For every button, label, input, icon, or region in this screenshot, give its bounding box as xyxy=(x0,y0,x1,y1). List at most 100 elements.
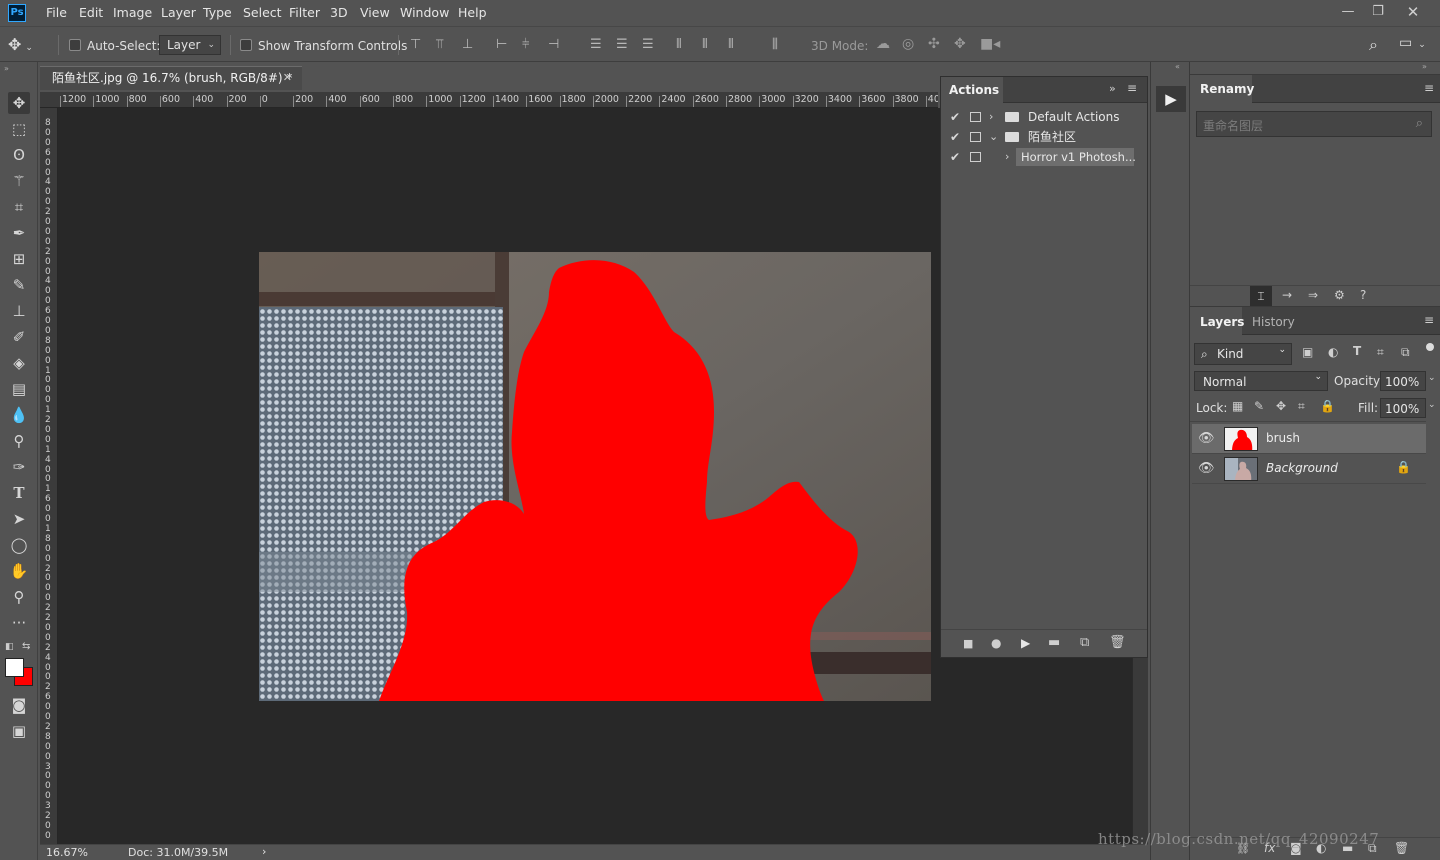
adjustment-filter-icon[interactable]: ◐ xyxy=(1328,345,1338,359)
brush-tool-icon[interactable]: ✎ xyxy=(8,274,30,296)
trash-icon[interactable]: 🗑 xyxy=(1109,635,1126,650)
chevron-down-icon[interactable]: ⌄ xyxy=(1428,400,1436,410)
visibility-eye-icon[interactable]: 👁 xyxy=(1198,431,1215,447)
screen-mode-icon[interactable]: ▣ xyxy=(8,720,30,742)
dialog-toggle-icon[interactable] xyxy=(970,132,981,142)
chevron-down-icon[interactable]: ⌄ xyxy=(1428,373,1436,383)
filter-kind-dropdown[interactable]: ⌕ Kind ⌄ xyxy=(1194,343,1292,365)
distribute-right-icon[interactable]: ⦀ xyxy=(728,37,744,52)
align-bottom-icon[interactable]: ⊥ xyxy=(462,37,478,52)
new-action-icon[interactable]: ⧉ xyxy=(1080,635,1089,650)
fill-input[interactable]: 100% xyxy=(1380,398,1426,418)
type-filter-icon[interactable]: T xyxy=(1353,344,1361,358)
restore-icon[interactable]: ❐ xyxy=(1363,2,1393,22)
workspace-icon[interactable]: ▭ ⌄ xyxy=(1399,35,1426,51)
action-set-row[interactable]: ✔ ⌄ 陌鱼社区 xyxy=(943,127,1151,147)
3d-pan-icon[interactable]: ✣ xyxy=(928,36,940,52)
distribute-bottom-icon[interactable]: ☰ xyxy=(642,37,658,52)
chevron-right-icon[interactable]: › xyxy=(1005,147,1015,167)
tab-history[interactable]: History xyxy=(1242,307,1298,335)
collapse-dock-icon[interactable]: » xyxy=(1422,62,1427,71)
menu-edit[interactable]: Edit xyxy=(79,5,103,20)
dialog-toggle-icon[interactable] xyxy=(970,112,981,122)
menu-type[interactable]: Type xyxy=(203,5,232,20)
delete-layer-icon[interactable]: 🗑 xyxy=(1394,841,1409,855)
zoom-level[interactable]: 16.67% xyxy=(46,846,88,859)
distribute-left-icon[interactable]: ⦀ xyxy=(676,37,692,52)
toggle-check-icon[interactable]: ✔ xyxy=(950,127,962,147)
layer-row-background[interactable]: 👁 Background 🔒 xyxy=(1192,454,1426,484)
document-image[interactable] xyxy=(259,252,931,701)
more-tools-icon[interactable]: ··· xyxy=(8,612,30,634)
lock-pixels-icon[interactable]: ✎ xyxy=(1254,399,1264,413)
toggle-check-icon[interactable]: ✔ xyxy=(950,107,962,127)
magic-wand-tool-icon[interactable]: ⚚ xyxy=(8,170,30,192)
history-brush-tool-icon[interactable]: ✐ xyxy=(8,326,30,348)
3d-slide-icon[interactable]: ✥ xyxy=(954,36,966,52)
dialog-toggle-icon[interactable] xyxy=(970,152,981,162)
status-menu-chevron-icon[interactable]: › xyxy=(262,845,266,858)
minimize-icon[interactable]: — xyxy=(1333,2,1363,22)
blend-mode-dropdown[interactable]: Normal ⌄ xyxy=(1194,371,1328,391)
help-icon[interactable]: ? xyxy=(1360,288,1366,302)
lock-artboard-icon[interactable]: ⌗ xyxy=(1298,399,1305,414)
pen-tool-icon[interactable]: ✑ xyxy=(8,456,30,478)
document-tab[interactable]: 陌鱼社区.jpg @ 16.7% (brush, RGB/8#) * ✕ xyxy=(40,66,302,90)
move-tool-preset-icon[interactable]: ✥ ⌄ xyxy=(8,35,44,55)
distribute-top-icon[interactable]: ☰ xyxy=(590,37,606,52)
rename-search-field[interactable]: 重命名图层 ⌕ xyxy=(1196,111,1432,137)
type-tool-icon[interactable]: T xyxy=(8,482,30,504)
tab-layers[interactable]: Layers xyxy=(1190,307,1244,335)
menu-help[interactable]: Help xyxy=(458,5,487,20)
3d-scale-icon[interactable]: ■◂ xyxy=(980,36,1000,52)
panel-menu-icon[interactable]: ≡ xyxy=(1424,81,1434,95)
panel-menu-icon[interactable]: ≡ xyxy=(1424,313,1434,327)
new-set-icon[interactable]: ▬ xyxy=(1048,635,1060,650)
gradient-tool-icon[interactable]: ▤ xyxy=(8,378,30,400)
zoom-tool-icon[interactable]: ⚲ xyxy=(8,586,30,608)
action-row[interactable]: ✔ › Horror v1 Photosh... xyxy=(943,147,1151,167)
stamp-tool-icon[interactable]: ⊥ xyxy=(8,300,30,322)
quick-mask-icon[interactable]: ◙ xyxy=(8,694,30,716)
pixel-filter-icon[interactable]: ▣ xyxy=(1302,345,1313,359)
crop-tool-icon[interactable]: ⌗ xyxy=(8,196,30,218)
eyedropper-tool-icon[interactable]: ✒ xyxy=(8,222,30,244)
3d-roll-icon[interactable]: ◎ xyxy=(902,36,914,52)
record-icon[interactable]: ● xyxy=(991,636,1001,650)
opacity-input[interactable]: 100% xyxy=(1380,371,1426,391)
align-top-icon[interactable]: ⊤ xyxy=(410,37,426,52)
close-tab-icon[interactable]: ✕ xyxy=(283,67,292,89)
visibility-eye-icon[interactable]: 👁 xyxy=(1198,461,1215,477)
menu-file[interactable]: File xyxy=(46,5,67,20)
lock-position-icon[interactable]: ✥ xyxy=(1276,399,1286,413)
healing-brush-tool-icon[interactable]: ⊞ xyxy=(8,248,30,270)
menu-view[interactable]: View xyxy=(360,5,390,20)
stop-icon[interactable]: ■ xyxy=(963,637,973,650)
hand-tool-icon[interactable]: ✋ xyxy=(8,560,30,582)
align-left-icon[interactable]: ⊢ xyxy=(496,37,512,52)
menu-filter[interactable]: Filter xyxy=(289,5,320,20)
blur-tool-icon[interactable]: 💧 xyxy=(8,404,30,426)
filter-toggle-icon[interactable] xyxy=(1426,343,1434,351)
tab-actions[interactable]: Actions xyxy=(941,77,1003,103)
marquee-tool-icon[interactable]: ⬚ xyxy=(8,118,30,140)
distribute-vcenter-icon[interactable]: ☰ xyxy=(616,37,632,52)
chevron-down-icon[interactable]: ⌄ xyxy=(989,127,999,147)
layer-row-brush[interactable]: 👁 brush xyxy=(1192,424,1426,454)
lock-all-icon[interactable]: 🔒 xyxy=(1320,399,1335,413)
action-set-row[interactable]: ✔ › Default Actions xyxy=(943,107,1151,127)
tab-renamy[interactable]: Renamy xyxy=(1190,75,1254,103)
align-vcenter-icon[interactable]: ⫪ xyxy=(436,37,452,52)
chevron-right-icon[interactable]: › xyxy=(989,107,999,127)
rename-icon[interactable]: ⌶ xyxy=(1250,286,1272,306)
foreground-color-swatch[interactable] xyxy=(5,658,24,677)
actions-play-button[interactable]: ▶ xyxy=(1156,86,1186,112)
menu-layer[interactable]: Layer xyxy=(161,5,196,20)
smart-object-filter-icon[interactable]: ⧉ xyxy=(1401,345,1410,360)
ellipse-tool-icon[interactable]: ◯ xyxy=(8,534,30,556)
distribute-hcenter-icon[interactable]: ⦀ xyxy=(702,37,718,52)
close-icon[interactable]: ✕ xyxy=(1398,2,1428,22)
search-icon[interactable]: ⌕ xyxy=(1369,35,1378,55)
lasso-tool-icon[interactable]: ʘ xyxy=(8,144,30,166)
eraser-tool-icon[interactable]: ◈ xyxy=(8,352,30,374)
